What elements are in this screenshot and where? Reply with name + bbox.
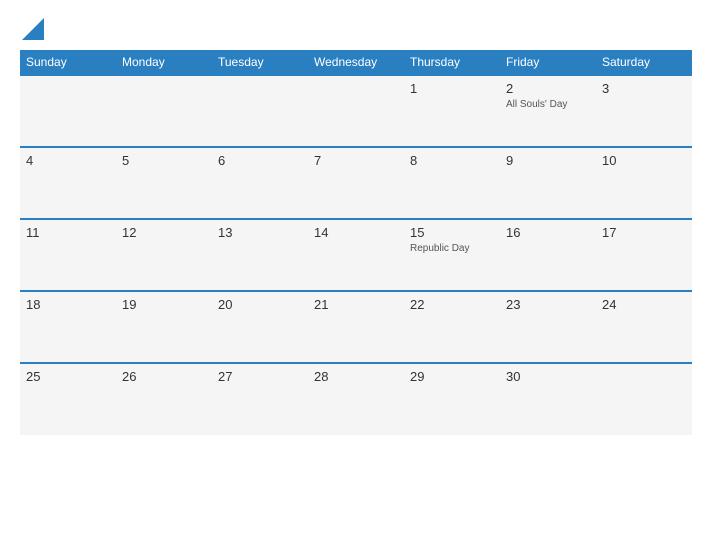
day-number: 1 (410, 81, 494, 96)
calendar-cell: 20 (212, 291, 308, 363)
calendar-week-row: 12 All Souls' Day 3 (20, 75, 692, 147)
calendar-cell: 7 (308, 147, 404, 219)
calendar-cell: 8 (404, 147, 500, 219)
calendar-cell: 2 All Souls' Day (500, 75, 596, 147)
calendar-page: SundayMondayTuesdayWednesdayThursdayFrid… (0, 0, 712, 550)
calendar-cell: 26 (116, 363, 212, 435)
holiday-label: All Souls' Day (506, 98, 590, 111)
calendar-cell: 30 (500, 363, 596, 435)
calendar-cell: 6 (212, 147, 308, 219)
calendar-cell: 16 (500, 219, 596, 291)
day-number: 2 (506, 81, 590, 96)
calendar-week-row: 25 26 27 28 29 30 (20, 363, 692, 435)
calendar-table: SundayMondayTuesdayWednesdayThursdayFrid… (20, 50, 692, 435)
day-number: 16 (506, 225, 590, 240)
calendar-cell: 27 (212, 363, 308, 435)
calendar-header-row: SundayMondayTuesdayWednesdayThursdayFrid… (20, 50, 692, 75)
calendar-cell: 9 (500, 147, 596, 219)
day-number: 20 (218, 297, 302, 312)
logo (20, 18, 44, 40)
calendar-cell: 11 (20, 219, 116, 291)
day-number: 6 (218, 153, 302, 168)
calendar-week-row: 456789 10 (20, 147, 692, 219)
day-of-week-header: Thursday (404, 50, 500, 75)
day-of-week-header: Saturday (596, 50, 692, 75)
day-number: 29 (410, 369, 494, 384)
day-number: 11 (26, 225, 110, 240)
calendar-cell: 24 (596, 291, 692, 363)
calendar-cell: 13 (212, 219, 308, 291)
day-number: 25 (26, 369, 110, 384)
calendar-week-row: 11 12 13 14 15 Republic Day 16 17 (20, 219, 692, 291)
day-number: 5 (122, 153, 206, 168)
day-number: 15 (410, 225, 494, 240)
day-number: 30 (506, 369, 590, 384)
day-number: 17 (602, 225, 686, 240)
header (20, 18, 692, 40)
day-number: 14 (314, 225, 398, 240)
calendar-cell: 3 (596, 75, 692, 147)
day-number: 8 (410, 153, 494, 168)
day-number: 4 (26, 153, 110, 168)
day-number: 3 (602, 81, 686, 96)
calendar-cell: 19 (116, 291, 212, 363)
day-number: 28 (314, 369, 398, 384)
day-number: 24 (602, 297, 686, 312)
calendar-cell: 5 (116, 147, 212, 219)
day-number: 10 (602, 153, 686, 168)
calendar-cell: 28 (308, 363, 404, 435)
calendar-cell (20, 75, 116, 147)
calendar-cell: 10 (596, 147, 692, 219)
day-number: 19 (122, 297, 206, 312)
calendar-cell: 22 (404, 291, 500, 363)
day-number: 13 (218, 225, 302, 240)
day-number: 21 (314, 297, 398, 312)
calendar-cell (308, 75, 404, 147)
calendar-cell: 1 (404, 75, 500, 147)
calendar-cell: 12 (116, 219, 212, 291)
calendar-week-row: 18 19 20 21 22 23 24 (20, 291, 692, 363)
day-number: 12 (122, 225, 206, 240)
day-number: 22 (410, 297, 494, 312)
day-number: 7 (314, 153, 398, 168)
calendar-cell (212, 75, 308, 147)
calendar-cell: 14 (308, 219, 404, 291)
calendar-cell: 17 (596, 219, 692, 291)
day-of-week-header: Tuesday (212, 50, 308, 75)
holiday-label: Republic Day (410, 242, 494, 255)
day-of-week-header: Sunday (20, 50, 116, 75)
day-number: 9 (506, 153, 590, 168)
calendar-cell (596, 363, 692, 435)
day-of-week-header: Monday (116, 50, 212, 75)
day-number: 26 (122, 369, 206, 384)
day-number: 18 (26, 297, 110, 312)
calendar-cell: 29 (404, 363, 500, 435)
calendar-cell (116, 75, 212, 147)
calendar-cell: 21 (308, 291, 404, 363)
day-of-week-header: Friday (500, 50, 596, 75)
day-number: 23 (506, 297, 590, 312)
logo-icon (22, 18, 44, 40)
day-number: 27 (218, 369, 302, 384)
calendar-cell: 15 Republic Day (404, 219, 500, 291)
calendar-cell: 25 (20, 363, 116, 435)
calendar-cell: 4 (20, 147, 116, 219)
day-of-week-header: Wednesday (308, 50, 404, 75)
calendar-cell: 23 (500, 291, 596, 363)
calendar-cell: 18 (20, 291, 116, 363)
